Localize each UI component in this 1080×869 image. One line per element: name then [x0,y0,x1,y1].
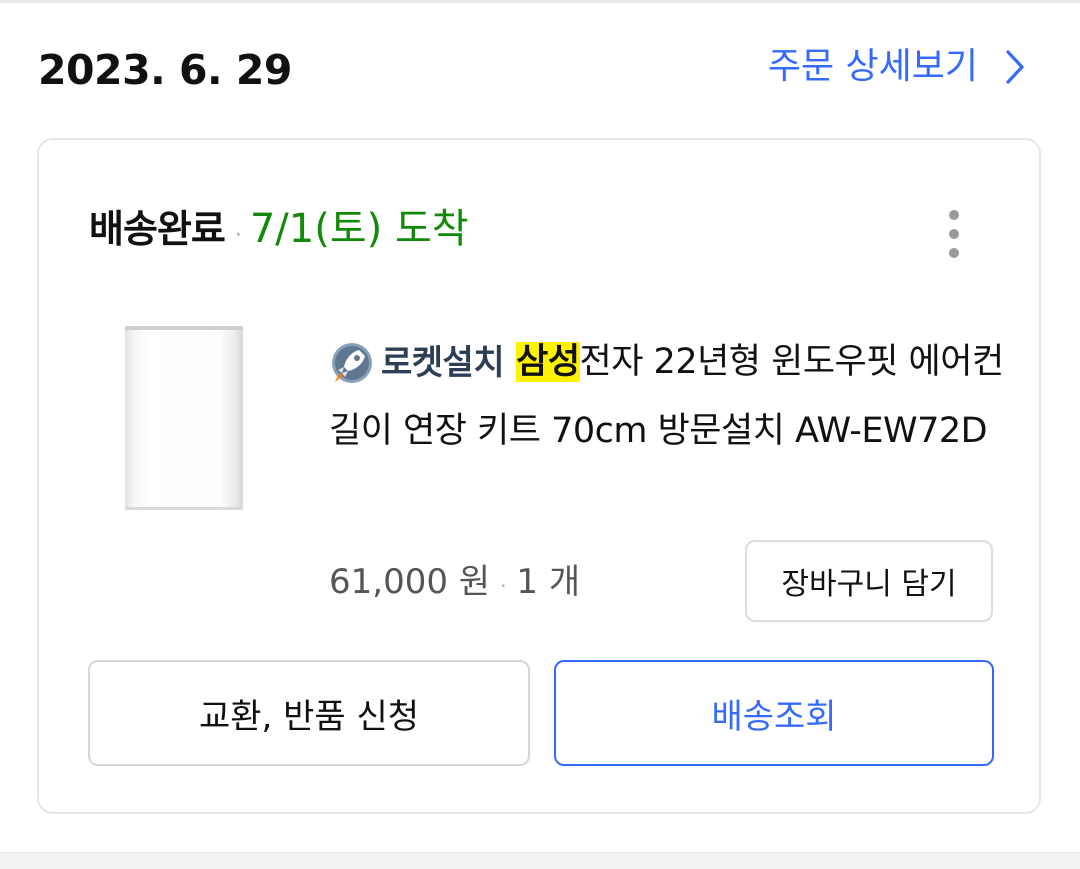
product-thumbnail-image[interactable] [125,326,243,510]
chevron-right-icon [1004,49,1026,85]
rocket-icon [332,343,372,383]
arrival-date: 7/1(토) 도착 [249,206,469,252]
section-divider [0,852,1080,869]
add-to-cart-button[interactable]: 장바구니 담기 [745,540,993,622]
return-exchange-button[interactable]: 교환, 반품 신청 [88,660,530,766]
kebab-menu-icon[interactable] [934,204,974,264]
track-delivery-button[interactable]: 배송조회 [554,660,994,766]
rocket-install-badge: 로켓설치 [329,329,505,397]
order-detail-label: 주문 상세보기 [767,46,978,87]
order-date: 2023. 6. 29 [38,46,292,94]
product-quantity: 1 개 [516,562,581,602]
delivery-status-row: 배송완료 · 7/1(토) 도착 [89,202,469,263]
product-title[interactable]: 로켓설치 삼성전자 22년형 윈도우핏 에어컨 길이 연장 키트 70cm 방문… [329,328,1009,465]
price-separator: · [500,574,507,598]
price-quantity-row: 61,000 원 · 1 개 [329,558,580,610]
top-divider [0,0,1080,3]
order-card: 배송완료 · 7/1(토) 도착 로켓설치 삼성전자 22년형 윈도우핏 에어컨… [37,138,1041,814]
brand-highlight: 삼성 [516,342,580,382]
status-separator: · [234,223,242,248]
delivery-status: 배송완료 [89,207,226,251]
order-detail-link[interactable]: 주문 상세보기 [768,42,1026,92]
product-price: 61,000 원 [329,562,491,602]
rocket-install-label: 로켓설치 [381,343,505,383]
